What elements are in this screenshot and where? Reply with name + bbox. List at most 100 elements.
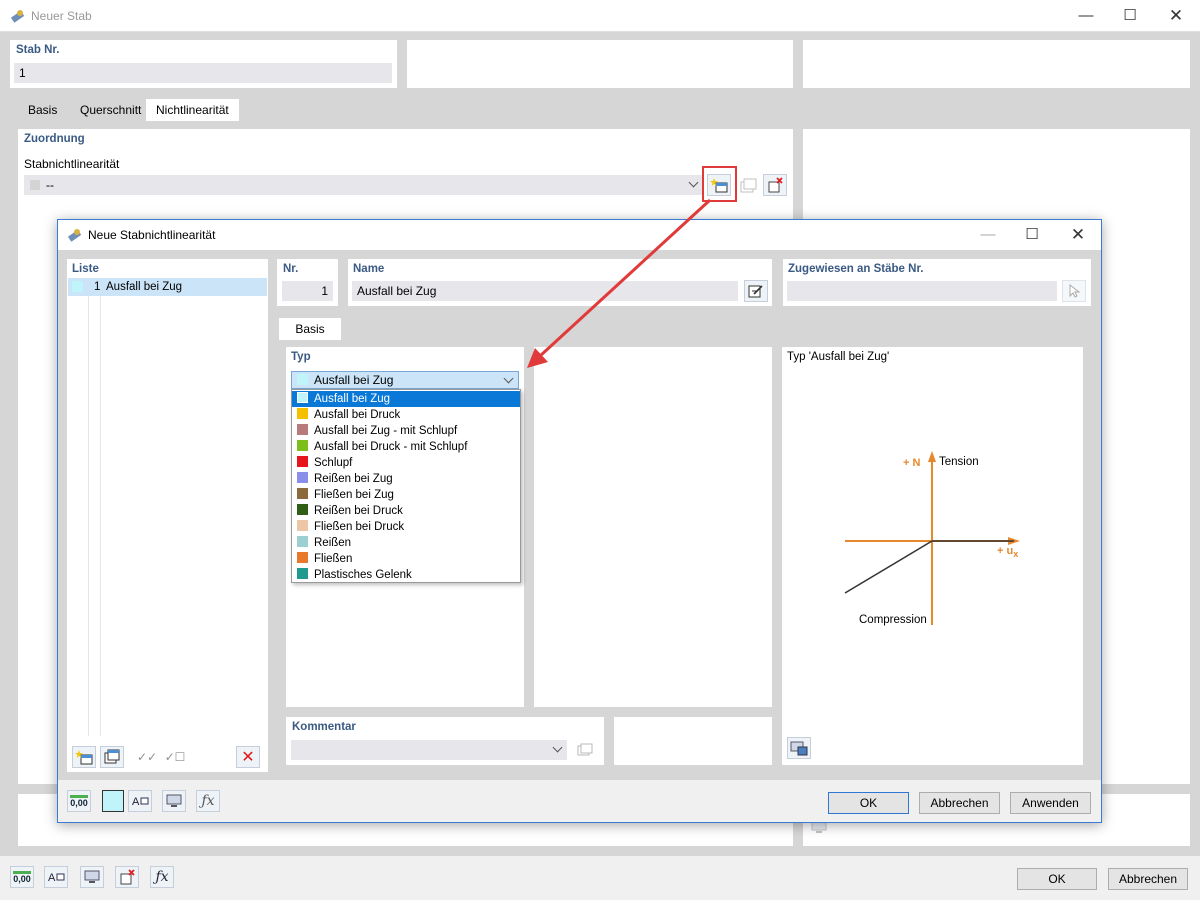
typ-option[interactable]: Reißen bei Zug <box>292 471 520 487</box>
typ-option-label: Ausfall bei Zug - mit Schlupf <box>314 425 458 437</box>
typ-panel: Typ Ausfall bei Zug Ausfall bei Zug Ausf… <box>286 347 524 707</box>
typ-option-swatch <box>297 488 308 499</box>
text-icon: A <box>48 872 65 884</box>
app-icon <box>67 229 82 242</box>
comment-extra-panel <box>614 717 772 765</box>
comment-select[interactable] <box>291 740 567 760</box>
list-item-nr: 1 <box>94 281 101 293</box>
typ-option-label: Fließen bei Zug <box>314 489 394 501</box>
typ-option[interactable]: Ausfall bei Zug <box>292 391 520 407</box>
list-copy-button[interactable] <box>100 746 124 768</box>
name-label: Name <box>353 263 385 275</box>
outer-function-button[interactable]: ƒx <box>150 866 174 888</box>
minimize-button[interactable]: — <box>1074 4 1098 28</box>
svg-text:A: A <box>48 872 56 884</box>
stab-nr-field[interactable]: 1 <box>14 63 392 83</box>
typ-option[interactable]: Ausfall bei Zug - mit Schlupf <box>292 423 520 439</box>
inner-color-button[interactable] <box>102 790 124 812</box>
typ-option[interactable]: Fließen <box>292 551 520 567</box>
typ-dropdown-list: Ausfall bei Zug Ausfall bei Druck Ausfal… <box>291 389 521 583</box>
inner-display-button[interactable] <box>162 790 186 812</box>
list-new-button[interactable] <box>72 746 96 768</box>
typ-option[interactable]: Reißen bei Druck <box>292 503 520 519</box>
chevron-down-icon <box>688 177 699 188</box>
inner-function-button[interactable]: ƒx <box>196 790 220 812</box>
diagram-ux-text: + u <box>997 545 1014 557</box>
preview-panel: Typ 'Ausfall bei Zug' + N Tension + ux C… <box>782 347 1083 765</box>
delete-nonlinearity-button[interactable] <box>763 174 787 196</box>
comment-panel: Kommentar <box>286 717 604 765</box>
parameters-panel <box>534 347 772 707</box>
app-icon <box>10 10 25 23</box>
typ-option-label: Ausfall bei Druck - mit Schlupf <box>314 441 468 453</box>
typ-option[interactable]: Schlupf <box>292 455 520 471</box>
nr-field[interactable]: 1 <box>282 281 333 301</box>
chevron-down-icon <box>552 742 563 753</box>
copy-icon <box>577 743 593 756</box>
assigned-field[interactable] <box>787 281 1057 301</box>
cursor-icon <box>1069 283 1081 298</box>
list-check-button[interactable]: ✓✓ <box>135 746 159 768</box>
list-uncheck-button[interactable]: ✓☐ <box>163 746 187 768</box>
edit-item-icon <box>740 178 757 193</box>
inner-bottom-toolbar: 0,00 A ƒx OK Abbrechen Anwenden <box>58 780 1101 822</box>
typ-option-swatch <box>297 472 308 483</box>
typ-option[interactable]: Fließen bei Druck <box>292 519 520 535</box>
inner-apply-button[interactable]: Anwenden <box>1010 792 1091 814</box>
stabnl-select[interactable]: -- <box>24 175 702 195</box>
inner-minimize-button[interactable]: — <box>976 223 1000 247</box>
outer-text-button[interactable]: A <box>44 866 68 888</box>
typ-option-label: Ausfall bei Zug <box>314 393 391 405</box>
outer-window-title: Neuer Stab <box>31 9 92 23</box>
preview-options-button[interactable] <box>787 737 811 759</box>
inner-units-button[interactable]: 0,00 <box>67 790 91 812</box>
close-button[interactable]: ✕ <box>1164 4 1188 28</box>
edit-nonlinearity-button[interactable] <box>736 174 760 196</box>
assigned-panel: Zugewiesen an Stäbe Nr. <box>783 259 1091 306</box>
pick-members-button[interactable] <box>1062 280 1086 302</box>
stabnl-swatch <box>30 180 40 190</box>
zuordnung-label: Zuordnung <box>24 133 85 145</box>
outer-delete-button[interactable] <box>115 866 139 888</box>
tab-querschnitt[interactable]: Querschnitt <box>70 99 151 121</box>
typ-option[interactable]: Ausfall bei Druck <box>292 407 520 423</box>
name-field[interactable]: Ausfall bei Zug <box>352 281 738 301</box>
diagram-ux-sub: x <box>1013 549 1019 560</box>
list-delete-button[interactable]: ✕ <box>236 746 260 768</box>
tab-nichtlinearitaet[interactable]: Nichtlinearität <box>146 99 239 121</box>
svg-text:A: A <box>132 796 140 808</box>
display-icon <box>790 741 808 756</box>
stab-nr-panel: Stab Nr. 1 <box>10 40 397 88</box>
top-right-panel <box>803 40 1190 88</box>
typ-option[interactable]: Fließen bei Zug <box>292 487 520 503</box>
text-icon: A <box>132 796 149 808</box>
edit-name-button[interactable] <box>744 280 768 302</box>
new-nonlinearity-button[interactable] <box>707 174 731 196</box>
typ-option-swatch <box>297 408 308 419</box>
inner-close-button[interactable]: ✕ <box>1066 223 1090 247</box>
nonlinearity-diagram <box>844 451 1020 625</box>
outer-cancel-button[interactable]: Abbrechen <box>1108 868 1188 890</box>
outer-display-button[interactable] <box>80 866 104 888</box>
inner-cancel-button[interactable]: Abbrechen <box>919 792 1000 814</box>
inner-tab-basis[interactable]: Basis <box>279 318 341 340</box>
list-item[interactable]: 1 Ausfall bei Zug <box>68 278 267 296</box>
comment-library-button[interactable] <box>573 739 597 761</box>
inner-ok-button[interactable]: OK <box>828 792 909 814</box>
inner-titlebar: Neue Stabnichtlinearität — ☐ ✕ <box>58 220 1101 250</box>
typ-option-label: Schlupf <box>314 457 353 469</box>
maximize-button[interactable]: ☐ <box>1118 4 1142 28</box>
typ-option-label: Reißen <box>314 537 352 549</box>
typ-select[interactable]: Ausfall bei Zug <box>291 371 519 389</box>
typ-option-label: Ausfall bei Druck <box>314 409 401 421</box>
outer-units-button[interactable]: 0,00 <box>10 866 34 888</box>
typ-label: Typ <box>291 351 311 363</box>
zero-icon: 0,00 <box>70 794 88 808</box>
inner-maximize-button[interactable]: ☐ <box>1020 223 1044 247</box>
inner-text-button[interactable]: A <box>128 790 152 812</box>
typ-option[interactable]: Reißen <box>292 535 520 551</box>
outer-ok-button[interactable]: OK <box>1017 868 1097 890</box>
tab-basis[interactable]: Basis <box>18 99 67 121</box>
typ-option[interactable]: Plastisches Gelenk <box>292 567 520 583</box>
typ-option[interactable]: Ausfall bei Druck - mit Schlupf <box>292 439 520 455</box>
